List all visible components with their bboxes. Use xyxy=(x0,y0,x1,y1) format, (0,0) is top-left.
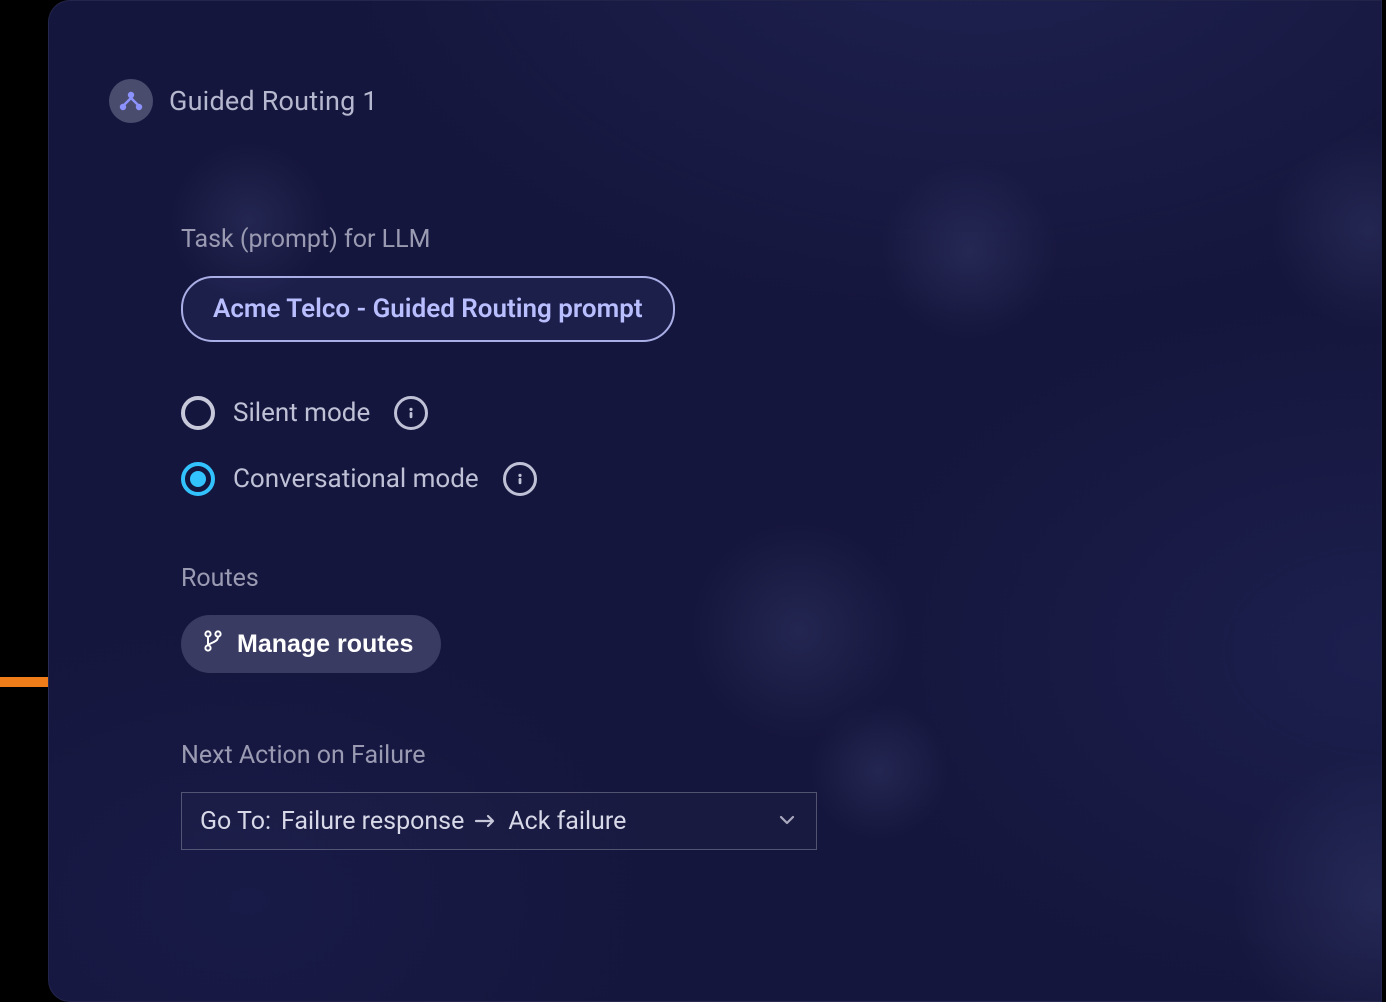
mode-option-conversational[interactable]: Conversational mode xyxy=(181,462,817,496)
task-label: Task (prompt) for LLM xyxy=(181,225,817,254)
manage-routes-button[interactable]: Manage routes xyxy=(181,615,441,673)
radio-unchecked-icon xyxy=(181,396,215,430)
panel-title: Guided Routing 1 xyxy=(169,85,378,117)
manage-routes-label: Manage routes xyxy=(237,630,413,659)
branch-icon xyxy=(203,630,223,659)
mode-label: Silent mode xyxy=(233,398,370,428)
chevron-down-icon xyxy=(778,807,796,836)
info-icon[interactable] xyxy=(503,462,537,496)
failure-flow: Failure response xyxy=(281,807,464,836)
mode-option-silent[interactable]: Silent mode xyxy=(181,396,817,430)
task-prompt-text: Acme Telco - Guided Routing prompt xyxy=(213,294,643,324)
mode-label: Conversational mode xyxy=(233,464,479,494)
info-icon[interactable] xyxy=(394,396,428,430)
mode-radio-group: Silent mode Conversational mode xyxy=(181,396,817,496)
failure-prefix: Go To: xyxy=(200,807,271,836)
failure-step: Ack failure xyxy=(508,807,626,836)
routes-label: Routes xyxy=(181,564,817,593)
failure-label: Next Action on Failure xyxy=(181,741,817,770)
arrow-right-icon xyxy=(474,807,498,836)
config-panel: Guided Routing 1 Task (prompt) for LLM A… xyxy=(48,0,1382,1002)
task-prompt-pill[interactable]: Acme Telco - Guided Routing prompt xyxy=(181,276,675,342)
panel-header: Guided Routing 1 xyxy=(109,79,378,123)
routing-nodes-icon xyxy=(109,79,153,123)
failure-action-select[interactable]: Go To: Failure response Ack failure xyxy=(181,792,817,850)
radio-checked-icon xyxy=(181,462,215,496)
